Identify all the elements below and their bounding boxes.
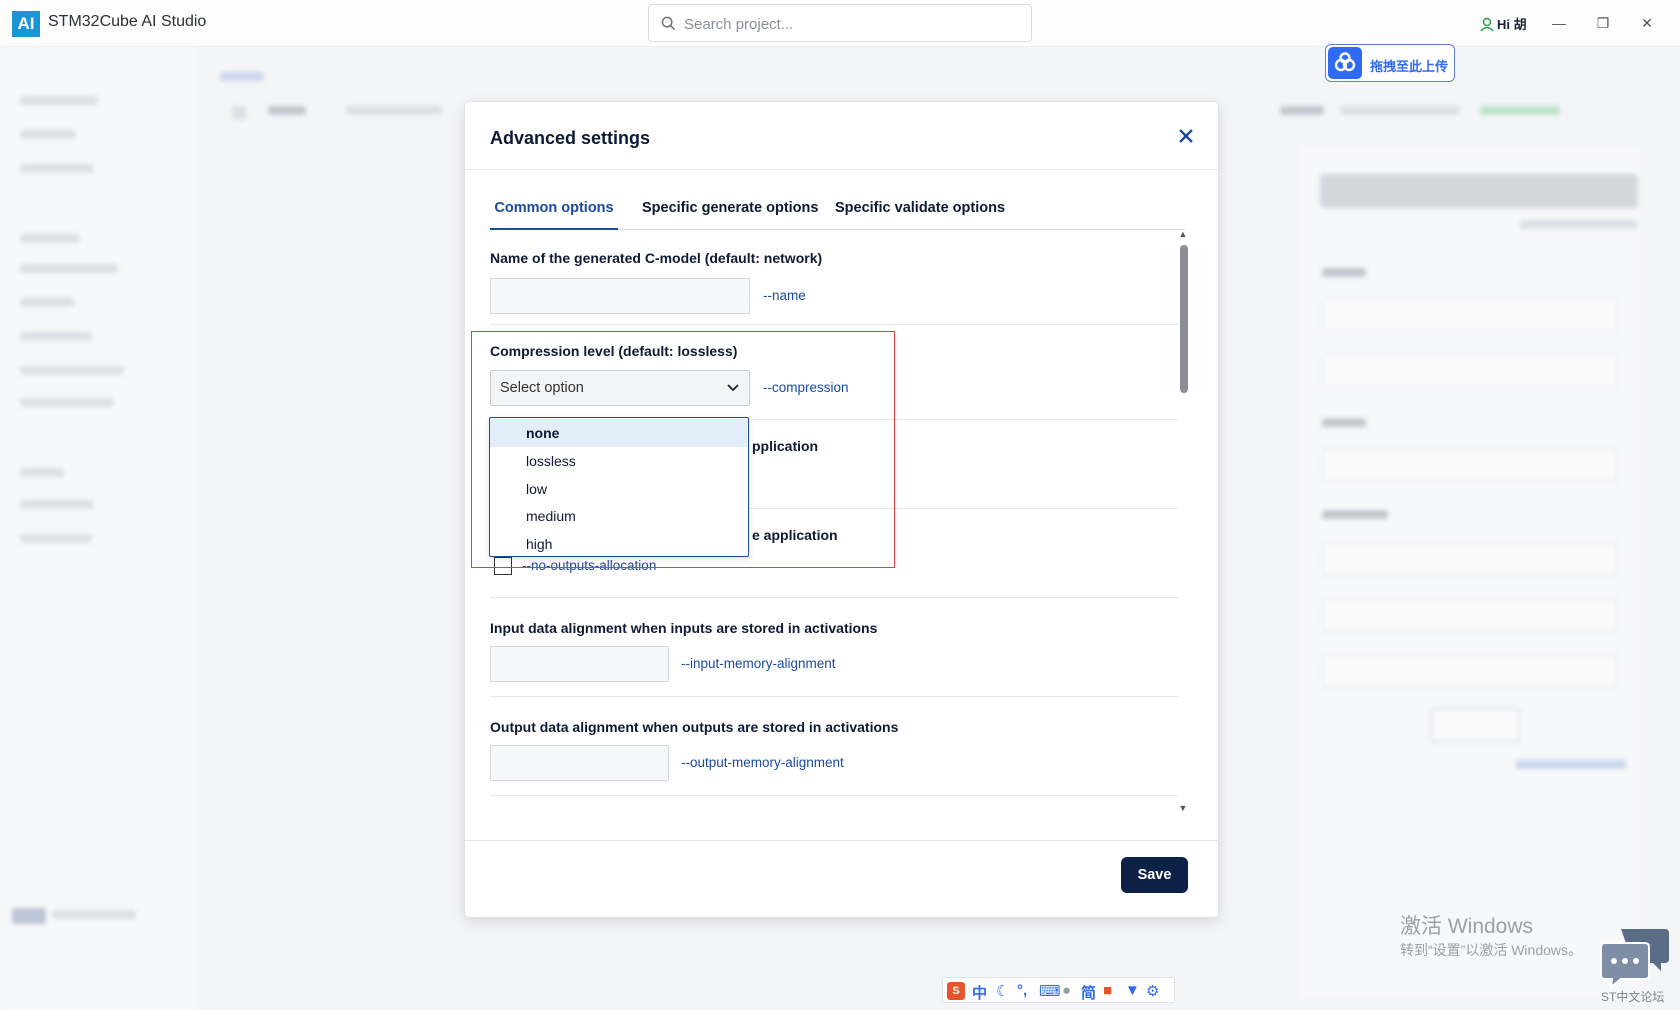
- section-input-alignment: Input data alignment when inputs are sto…: [490, 598, 1178, 697]
- compression-flag: --compression: [763, 380, 849, 395]
- search-input[interactable]: [684, 13, 1014, 35]
- app-title: STM32Cube AI Studio: [48, 13, 207, 30]
- camera-icon[interactable]: ■: [1103, 982, 1112, 999]
- ime-simplified-mode[interactable]: 简: [1081, 982, 1096, 1003]
- dialog-close-button[interactable]: [1172, 122, 1200, 150]
- background-sidebar: [0, 48, 200, 1010]
- activation-watermark-subtitle: 转到“设置”以激活 Windows。: [1400, 942, 1583, 958]
- dropdown-option[interactable]: lossless: [490, 447, 747, 475]
- ime-toolbar[interactable]: S 中 ☾ °, ⌨ ● 简 ■ ▼ ⚙: [942, 977, 1175, 1003]
- compression-label: Compression level (default: lossless): [490, 343, 738, 359]
- ime-chinese-mode[interactable]: 中: [972, 982, 987, 1003]
- user-greeting: Hi 胡: [1497, 17, 1527, 32]
- minimize-button[interactable]: —: [1547, 12, 1571, 34]
- chevron-down-icon: [727, 384, 739, 392]
- forum-label: ST中文论坛: [1601, 990, 1665, 1004]
- window-close-button[interactable]: ✕: [1635, 12, 1659, 34]
- tab-specific-validate-options[interactable]: Specific validate options: [835, 200, 1005, 230]
- compression-select-value: Select option: [500, 380, 584, 396]
- name-flag: --name: [763, 288, 806, 303]
- activation-watermark-title: 激活 Windows: [1400, 915, 1534, 938]
- output-alignment-label: Output data alignment when outputs are s…: [490, 719, 899, 735]
- search-box[interactable]: [648, 4, 1032, 42]
- dropdown-option[interactable]: low: [490, 475, 747, 503]
- dropdown-option[interactable]: medium: [490, 502, 747, 530]
- dialog-title: Advanced settings: [490, 128, 651, 148]
- user-icon: [1480, 17, 1494, 32]
- app-logo: AI: [12, 11, 40, 37]
- no-outputs-allocation-checkbox[interactable]: [494, 557, 512, 575]
- input-alignment-input[interactable]: [490, 646, 669, 682]
- moon-icon[interactable]: ☾: [996, 982, 1009, 1000]
- scroll-down-arrow[interactable]: ▼: [1178, 803, 1188, 813]
- search-icon: [661, 16, 676, 31]
- user-icon[interactable]: ●: [1062, 982, 1071, 999]
- model-name-label: Name of the generated C-model (default: …: [490, 250, 823, 266]
- close-icon: [1179, 129, 1193, 143]
- user-menu[interactable]: Hi 胡: [1480, 14, 1527, 33]
- output-alignment-flag: --output-memory-alignment: [681, 755, 844, 770]
- section-model-name: Name of the generated C-model (default: …: [490, 232, 1178, 325]
- section-output-alignment: Output data alignment when outputs are s…: [490, 697, 1178, 796]
- model-name-input[interactable]: [490, 278, 750, 314]
- tab-common-options[interactable]: Common options: [490, 200, 618, 230]
- dropdown-option[interactable]: none: [490, 419, 747, 447]
- shirt-icon[interactable]: ▼: [1125, 982, 1140, 999]
- outputs-allocation-label: e application: [752, 527, 838, 543]
- punctuation-icon[interactable]: °,: [1017, 982, 1027, 999]
- restore-button[interactable]: ❐: [1591, 12, 1615, 34]
- compression-select[interactable]: Select option: [490, 370, 750, 406]
- output-alignment-input[interactable]: [490, 745, 669, 781]
- keyboard-icon[interactable]: ⌨: [1039, 982, 1061, 1000]
- options-tabs: Common options Specific generate options…: [490, 194, 1185, 230]
- title-bar: AI STM32Cube AI Studio Hi 胡 — ❐ ✕: [0, 0, 1680, 47]
- input-alignment-label: Input data alignment when inputs are sto…: [490, 620, 878, 636]
- inputs-allocation-label: pplication: [752, 438, 819, 454]
- scrollbar-thumb[interactable]: [1180, 245, 1188, 393]
- ime-logo-icon: S: [947, 982, 965, 1000]
- dropdown-option[interactable]: high: [490, 530, 747, 558]
- tab-specific-generate-options[interactable]: Specific generate options: [642, 200, 818, 230]
- section-compression: Compression level (default: lossless) Se…: [490, 325, 1178, 420]
- no-outputs-allocation-flag: --no-outputs-allocation: [522, 558, 657, 573]
- dialog-footer-divider: [465, 840, 1218, 841]
- scroll-up-arrow[interactable]: ▲: [1178, 229, 1188, 239]
- input-alignment-flag: --input-memory-alignment: [681, 656, 836, 671]
- gear-icon[interactable]: ⚙: [1146, 982, 1159, 1000]
- save-button[interactable]: Save: [1121, 857, 1188, 893]
- dialog-header: Advanced settings: [465, 102, 1218, 170]
- compression-dropdown: none lossless low medium high: [489, 417, 749, 557]
